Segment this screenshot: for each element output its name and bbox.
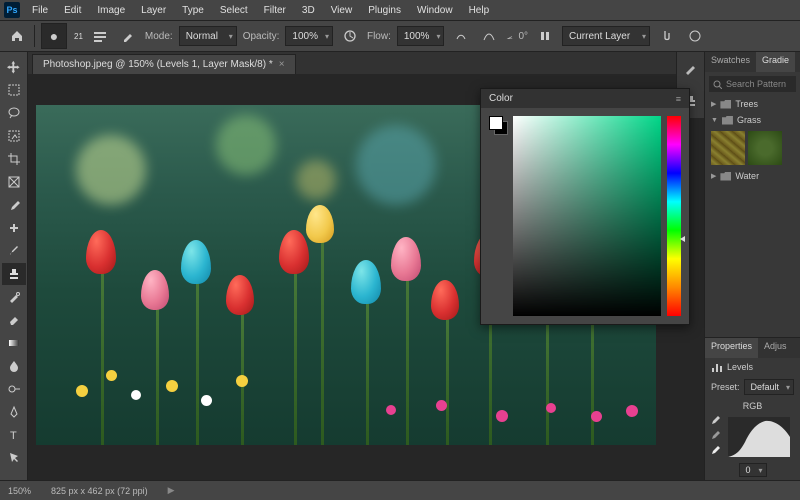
menu-edit[interactable]: Edit [57,3,88,18]
brush-preview[interactable]: ● [41,23,67,49]
menu-filter[interactable]: Filter [257,3,293,18]
brush-size: 21 [74,32,83,41]
tab-properties[interactable]: Properties [705,338,758,358]
healing-tool[interactable] [2,217,26,239]
angle-label: ⦟ [506,31,512,42]
eyedropper-gray-icon[interactable] [709,429,720,440]
brush-settings-icon[interactable] [89,25,111,47]
menu-bar: Ps File Edit Image Layer Type Select Fil… [0,0,800,20]
pattern-thumb[interactable] [711,131,745,165]
menu-type[interactable]: Type [175,3,211,18]
color-panel[interactable]: Color ≡ [480,88,690,325]
menu-file[interactable]: File [25,3,55,18]
tools-panel: T [0,52,28,480]
properties-tabs: Properties Adjus [705,338,800,358]
object-select-tool[interactable] [2,125,26,147]
collapsed-brush-icon[interactable] [680,58,702,80]
channel-label[interactable]: RGB [743,401,763,411]
move-tool[interactable] [2,56,26,78]
document-tabs: Photoshop.jpeg @ 150% (Levels 1, Layer M… [28,52,704,74]
marquee-tool[interactable] [2,79,26,101]
flow-label: Flow: [367,31,391,42]
document-tab[interactable]: Photoshop.jpeg @ 150% (Levels 1, Layer M… [32,54,296,74]
tab-adjustments[interactable]: Adjus [758,338,793,358]
status-bar: 150% 825 px x 462 px (72 ppi) ▶ [0,480,800,500]
menu-help[interactable]: Help [462,3,497,18]
lasso-tool[interactable] [2,102,26,124]
type-tool[interactable]: T [2,424,26,446]
eyedropper-white-icon[interactable] [709,444,720,455]
dodge-tool[interactable] [2,378,26,400]
group-water[interactable]: ▶Water [705,168,800,184]
eraser-tool[interactable] [2,309,26,331]
brush-tool[interactable] [2,240,26,262]
menu-plugins[interactable]: Plugins [361,3,408,18]
opacity-select[interactable]: 100% [285,26,333,46]
swatches-tabs: Swatches Gradie [705,52,800,72]
svg-text:T: T [10,430,17,442]
finger-icon[interactable] [656,25,678,47]
hue-slider[interactable] [667,116,681,316]
menu-view[interactable]: View [324,3,360,18]
document-tab-title: Photoshop.jpeg @ 150% (Levels 1, Layer M… [43,59,273,70]
eyedropper-tool[interactable] [2,194,26,216]
pressure-size-icon[interactable] [684,25,706,47]
flow-select[interactable]: 100% [397,26,445,46]
group-trees[interactable]: ▶Trees [705,96,800,112]
blend-mode-select[interactable]: Normal [179,26,237,46]
brush-panel-icon[interactable] [117,25,139,47]
color-field[interactable] [513,116,661,316]
shadow-input[interactable]: 0 [739,463,767,477]
document-dims: 825 px x 462 px (72 ppi) [51,486,148,496]
pattern-search[interactable]: Search Pattern [709,76,796,92]
menu-layer[interactable]: Layer [134,3,173,18]
airbrush-icon[interactable] [450,25,472,47]
menu-window[interactable]: Window [410,3,460,18]
menu-select[interactable]: Select [213,3,255,18]
folder-icon [720,172,731,181]
menu-3d[interactable]: 3D [295,3,322,18]
angle-value: 0° [518,31,528,42]
panel-menu-icon[interactable]: ≡ [676,94,681,104]
close-tab-icon[interactable]: × [279,59,285,70]
fg-bg-swatch[interactable] [489,116,507,134]
crop-tool[interactable] [2,148,26,170]
path-select-tool[interactable] [2,447,26,469]
home-icon[interactable] [6,25,28,47]
eyedropper-black-icon[interactable] [709,414,720,425]
mode-label: Mode: [145,31,173,42]
histogram[interactable] [728,417,790,457]
zoom-level[interactable]: 150% [8,486,31,496]
adjustment-type: Levels [727,362,753,372]
frame-tool[interactable] [2,171,26,193]
history-brush-tool[interactable] [2,286,26,308]
right-panels: Swatches Gradie Search Pattern ▶Trees ▼G… [704,52,800,480]
gradient-tool[interactable] [2,332,26,354]
pen-tool[interactable] [2,401,26,423]
stamp-tool[interactable] [2,263,26,285]
search-icon [713,80,722,89]
group-grass[interactable]: ▼Grass [705,112,800,128]
tab-gradients[interactable]: Gradie [756,52,795,72]
color-panel-title: Color [489,93,513,104]
sample-layer-select[interactable]: Current Layer [562,26,650,46]
ps-logo: Ps [4,2,20,18]
pattern-thumb[interactable] [748,131,782,165]
folder-icon [720,100,731,109]
options-bar: ● 21 Mode: Normal Opacity: 100% Flow: 10… [0,20,800,52]
preset-label: Preset: [711,382,740,392]
symmetry-icon[interactable] [534,25,556,47]
folder-icon [722,116,733,125]
opacity-label: Opacity: [243,31,280,42]
pressure-opacity-icon[interactable] [339,25,361,47]
levels-icon [711,361,723,373]
tab-swatches[interactable]: Swatches [705,52,756,72]
menu-image[interactable]: Image [90,3,132,18]
preset-select[interactable]: Default [744,379,794,395]
blur-tool[interactable] [2,355,26,377]
smoothing-icon[interactable] [478,25,500,47]
